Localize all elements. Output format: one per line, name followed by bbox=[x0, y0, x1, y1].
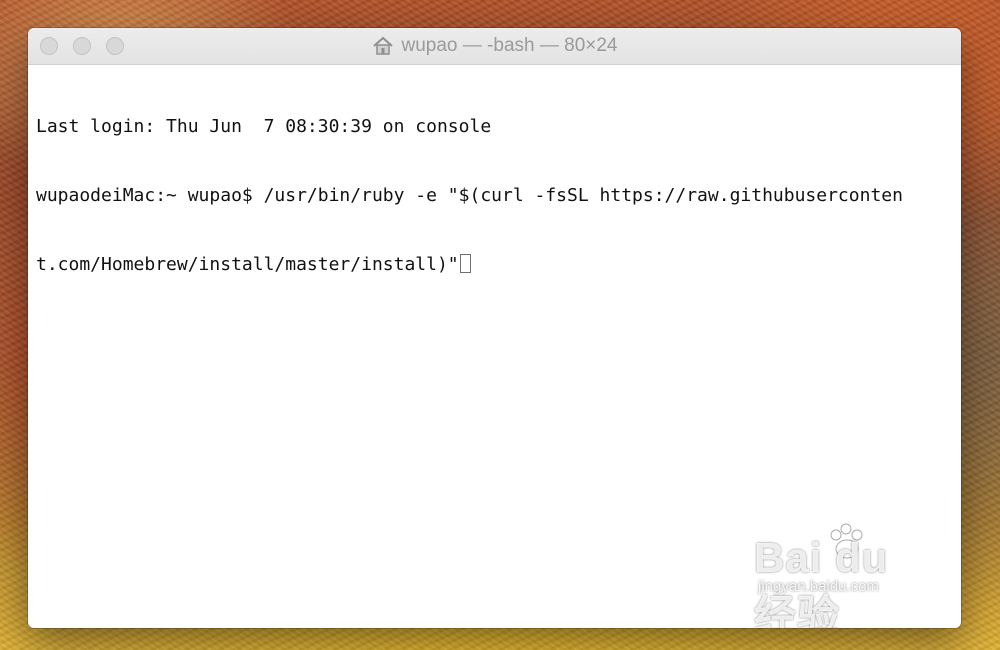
terminal-cursor bbox=[459, 254, 471, 273]
terminal-window[interactable]: wupao — -bash — 80×24 Last login: Thu Ju… bbox=[28, 28, 961, 628]
home-icon bbox=[372, 35, 394, 57]
watermark-site: jingyan.baidu.com bbox=[758, 578, 879, 595]
window-titlebar[interactable]: wupao — -bash — 80×24 bbox=[28, 28, 961, 65]
terminal-line: wupaodeiMac:~ wupao$ /usr/bin/ruby -e "$… bbox=[36, 185, 903, 206]
window-title: wupao — -bash — 80×24 bbox=[28, 28, 961, 64]
baidu-jingyan-watermark: Bai du 经验 jingyan.baidu.com bbox=[754, 522, 939, 628]
terminal-output[interactable]: Last login: Thu Jun 7 08:30:39 on consol… bbox=[28, 65, 961, 322]
terminal-line: t.com/Homebrew/install/master/install)" bbox=[36, 253, 953, 276]
terminal-line: Last login: Thu Jun 7 08:30:39 on consol… bbox=[36, 116, 492, 137]
terminal-line-text: t.com/Homebrew/install/master/install)" bbox=[36, 254, 459, 275]
window-title-text: wupao — -bash — 80×24 bbox=[401, 35, 618, 56]
